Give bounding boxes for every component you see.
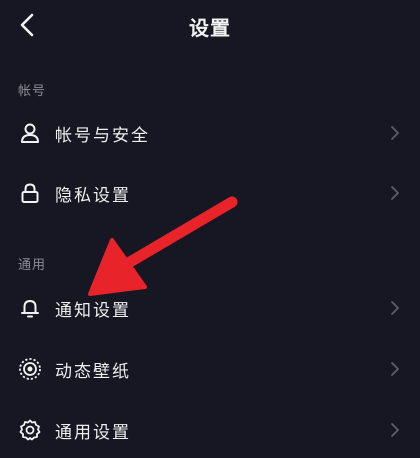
settings-item-general[interactable]: 通用设置 bbox=[0, 402, 420, 458]
chevron-right-icon bbox=[388, 183, 402, 203]
bell-icon bbox=[18, 296, 42, 320]
settings-item-live-wallpaper[interactable]: 动态壁纸 bbox=[0, 341, 420, 397]
chevron-right-icon bbox=[388, 420, 402, 440]
settings-item-label: 隐私设置 bbox=[55, 185, 131, 206]
settings-item-label: 动态壁纸 bbox=[55, 361, 131, 382]
page-title: 设置 bbox=[189, 16, 231, 40]
chevron-right-icon bbox=[388, 123, 402, 143]
settings-item-notifications[interactable]: 通知设置 bbox=[0, 280, 420, 336]
settings-item-label: 通知设置 bbox=[55, 300, 131, 321]
header-bar: 设置 bbox=[0, 0, 420, 52]
settings-item-account-security[interactable]: 帐号与安全 bbox=[0, 105, 420, 161]
section-label-account: 帐号 bbox=[18, 84, 47, 99]
settings-item-privacy[interactable]: 隐私设置 bbox=[0, 165, 420, 221]
gear-icon bbox=[18, 418, 42, 442]
chevron-right-icon bbox=[388, 359, 402, 379]
person-icon bbox=[18, 121, 42, 145]
section-label-general: 通用 bbox=[18, 258, 47, 273]
lock-icon bbox=[18, 181, 42, 205]
live-wallpaper-icon bbox=[18, 357, 42, 381]
chevron-right-icon bbox=[388, 298, 402, 318]
settings-item-label: 帐号与安全 bbox=[55, 125, 150, 146]
settings-item-label: 通用设置 bbox=[55, 422, 131, 443]
